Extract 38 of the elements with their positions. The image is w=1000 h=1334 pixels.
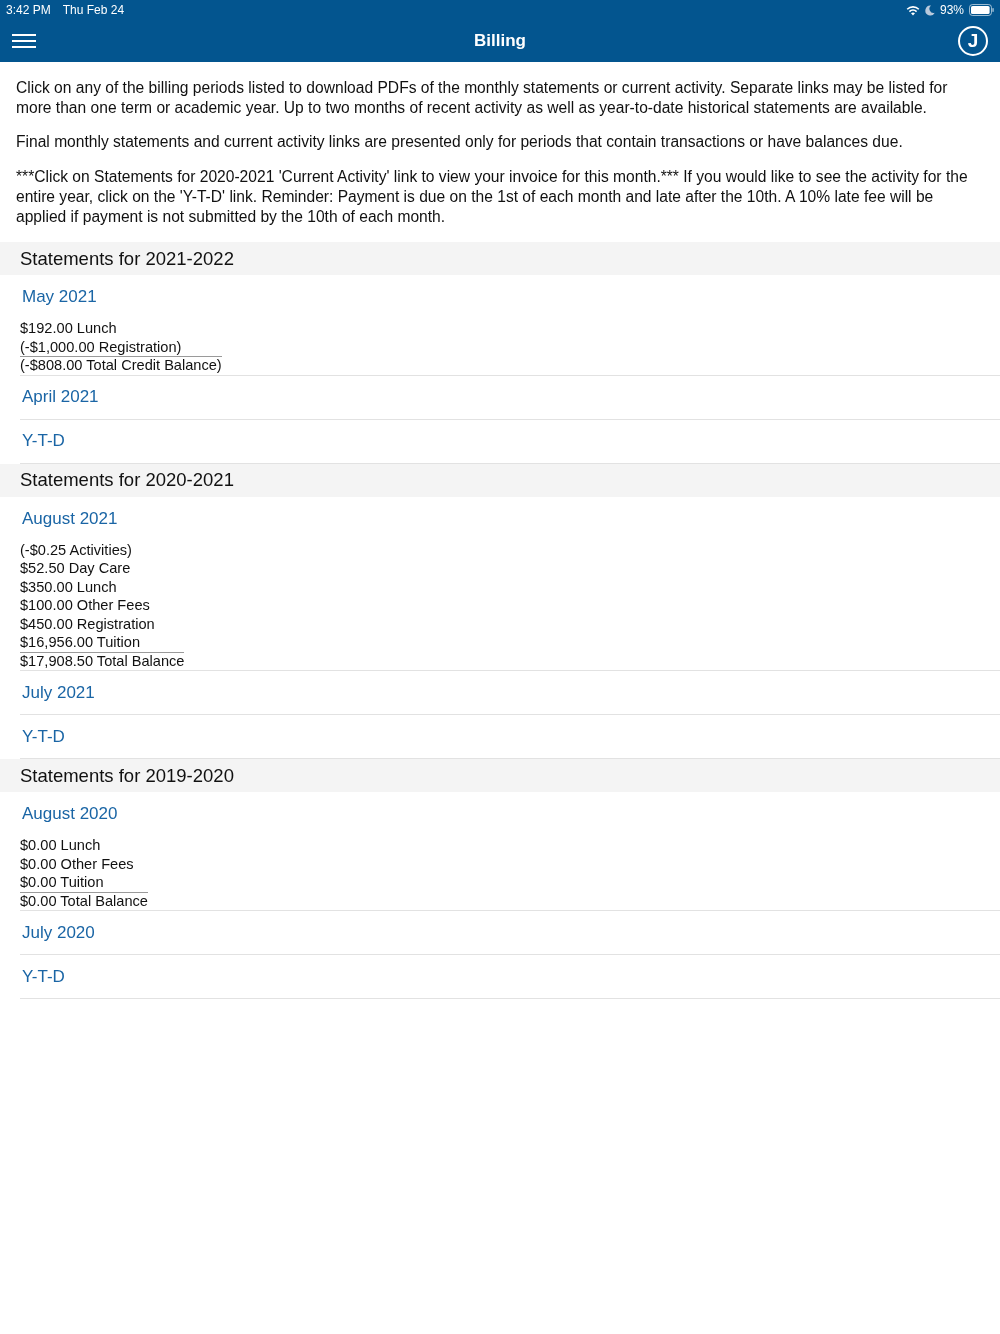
status-date: Thu Feb 24	[62, 3, 125, 17]
battery-percent: 93%	[939, 3, 964, 17]
period-link[interactable]: July 2020	[22, 922, 95, 943]
period-link[interactable]: Y-T-D	[22, 966, 65, 987]
charge-line: $192.00 Lunch	[20, 319, 118, 338]
page-title: Billing	[473, 31, 527, 51]
charge-line: (-$0.25 Activities)	[20, 540, 133, 560]
charge-line: $100.00 Other Fees	[20, 596, 151, 615]
charge-line: (-$1,000.00 Registration)	[20, 337, 183, 357]
period-link[interactable]: July 2021	[22, 682, 95, 703]
intro-paragraph: Click on any of the billing periods listed to download PDFs of the monthly statements or current activity. Separate links may be listed for more than one term or academic year. Up to two months of recent activity as well as year-to-date historical statements are available.	[16, 78, 949, 118]
charge-line: $0.00 Other Fees	[20, 854, 135, 874]
period-link[interactable]: May 2021	[22, 287, 97, 308]
charge-line: $0.00 Tuition	[20, 873, 105, 892]
charge-line: $350.00 Lunch	[20, 577, 118, 597]
period-link[interactable]: Y-T-D	[22, 726, 65, 747]
period-link[interactable]: August 2020	[22, 804, 118, 825]
total-line: $17,908.50 Total Balance	[20, 651, 185, 671]
section-header: Statements for 2020-2021	[0, 463, 1000, 497]
intro-paragraph: ***Click on Statements for 2020-2021 'Current Activity' link to view your invoice for this month.*** If you would like to see the activity for the entire year, click on the 'Y-T-D' link. Reminder: Payment is due on the 1st of each month and late after the 10th. A 10% late fee will be applied if payment is not submitted by the 10th of each month.	[16, 167, 969, 227]
moon-icon	[924, 4, 935, 16]
total-line: (-$808.00 Total Credit Balance)	[20, 356, 222, 375]
total-line: $0.00 Total Balance	[20, 891, 148, 911]
battery-icon	[969, 4, 994, 16]
avatar-button[interactable]: J	[958, 26, 988, 56]
section-header: Statements for 2019-2020	[0, 759, 1000, 793]
period-link[interactable]: April 2021	[22, 387, 99, 408]
wifi-icon	[905, 4, 920, 16]
charge-line: $0.00 Lunch	[20, 836, 102, 855]
period-link[interactable]: August 2021	[22, 508, 118, 529]
menu-icon[interactable]	[12, 34, 36, 48]
section-header: Statements for 2021-2022	[0, 242, 1000, 276]
status-time: 3:42 PM	[6, 3, 51, 17]
charge-line: $16,956.00 Tuition	[20, 633, 142, 652]
period-link[interactable]: Y-T-D	[22, 431, 65, 452]
intro-paragraph: Final monthly statements and current activity links are presented only for periods that contain transactions or have balances due.	[16, 132, 904, 153]
charge-line: $450.00 Registration	[20, 614, 156, 634]
charge-line: $52.50 Day Care	[20, 559, 132, 578]
